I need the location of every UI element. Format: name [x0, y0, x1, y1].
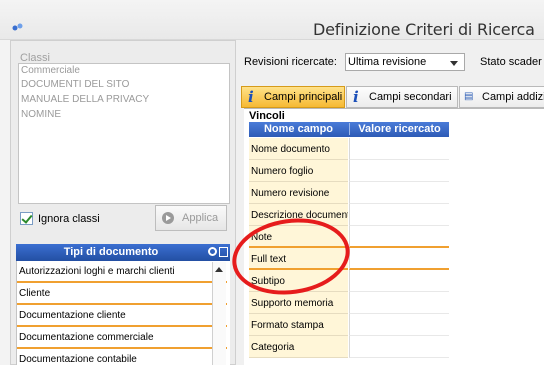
column-header-search-value[interactable]: Valore ricercato: [349, 123, 449, 135]
search-value-cell[interactable]: [349, 160, 449, 182]
document-types-title: Tipi di documento: [63, 246, 159, 258]
tab-label: Campi principali: [264, 91, 343, 103]
search-value-cell[interactable]: [349, 314, 449, 336]
apply-button[interactable]: Applica: [155, 205, 227, 231]
classi-item[interactable]: Commerciale: [21, 65, 80, 76]
filter-icon[interactable]: [219, 247, 228, 257]
field-name-text: Formato stampa: [251, 320, 324, 331]
classi-item[interactable]: DOCUMENTI DEL SITO: [21, 79, 129, 90]
table-row[interactable]: Numero foglio: [249, 160, 449, 182]
app-icon: [12, 23, 23, 31]
list-item[interactable]: Cliente: [17, 283, 227, 305]
search-value-cell[interactable]: [349, 182, 449, 204]
play-icon: [162, 212, 174, 224]
info-icon: i: [353, 88, 359, 106]
apply-button-label: Applica: [182, 212, 219, 224]
document-types-list[interactable]: Autorizzazioni loghi e marchi clienti Cl…: [16, 261, 230, 365]
column-header-field-name[interactable]: Nome campo: [249, 123, 348, 135]
title-bar: Definizione Criteri di Ricerca: [0, 0, 544, 40]
field-name-text: Supporto memoria: [251, 298, 334, 309]
field-name-cell: Numero foglio: [249, 160, 348, 182]
table-row[interactable]: Supporto memoria: [249, 292, 449, 314]
field-name-text: Categoria: [251, 342, 295, 353]
list-item-label: Autorizzazioni loghi e marchi clienti: [19, 266, 175, 277]
revisions-select[interactable]: Ultima revisione: [345, 53, 465, 71]
chevron-down-icon[interactable]: [450, 61, 458, 66]
tab-label: Campi secondari: [369, 91, 452, 103]
field-name-cell: Categoria: [249, 336, 348, 358]
list-icon: ▤: [464, 91, 474, 102]
search-value-cell[interactable]: [349, 248, 449, 270]
list-item-label: Documentazione commerciale: [19, 332, 154, 343]
search-value-cell[interactable]: [349, 292, 449, 314]
field-name-text: Numero revisione: [251, 188, 330, 199]
table-row[interactable]: Formato stampa: [249, 314, 449, 336]
classi-list[interactable]: Commerciale DOCUMENTI DEL SITO MANUALE D…: [18, 63, 230, 204]
table-row[interactable]: Categoria: [249, 336, 449, 358]
status-label: Stato scader: [480, 56, 542, 68]
ignore-classes-checkbox[interactable]: [20, 212, 33, 225]
document-types-scrollbar[interactable]: [212, 262, 226, 365]
tab-secondary-fields[interactable]: i Campi secondari: [346, 86, 458, 108]
search-value-cell[interactable]: [349, 336, 449, 358]
list-item-label: Cliente: [19, 288, 51, 299]
list-item[interactable]: Documentazione contabile: [17, 349, 227, 365]
list-item[interactable]: Documentazione commerciale: [17, 327, 227, 349]
search-icon[interactable]: [208, 247, 217, 256]
field-name-cell: Supporto memoria: [249, 292, 348, 314]
info-icon: i: [248, 88, 254, 106]
field-name-cell: Nome documento: [249, 138, 348, 160]
document-types-header: Tipi di documento: [16, 244, 230, 261]
scroll-up-icon[interactable]: [215, 267, 223, 272]
constraints-label: Vincoli: [249, 110, 285, 122]
tab-label: Campi addizio: [482, 91, 544, 103]
search-value-cell[interactable]: [349, 204, 449, 226]
search-value-cell[interactable]: [349, 138, 449, 160]
classi-item[interactable]: MANUALE DELLA PRIVACY: [21, 94, 149, 105]
list-item-label: Documentazione contabile: [19, 354, 137, 365]
search-value-cell[interactable]: [349, 226, 449, 248]
table-header: Nome campo Valore ricercato: [249, 122, 449, 137]
window-title: Definizione Criteri di Ricerca: [313, 20, 535, 39]
tab-main-fields[interactable]: i Campi principali: [241, 86, 345, 108]
field-name-text: Numero foglio: [251, 166, 314, 177]
field-name-text: Nome documento: [251, 144, 330, 155]
table-row[interactable]: Numero revisione: [249, 182, 449, 204]
ignore-classes-label: Ignora classi: [38, 213, 100, 225]
list-item-label: Documentazione cliente: [19, 310, 126, 321]
field-name-cell: Numero revisione: [249, 182, 348, 204]
search-value-cell[interactable]: [349, 270, 449, 292]
field-name-cell: Formato stampa: [249, 314, 348, 336]
revisions-label: Revisioni ricercate:: [244, 56, 337, 68]
tab-additional-fields[interactable]: ▤ Campi addizio: [459, 86, 544, 108]
table-row[interactable]: Nome documento: [249, 138, 449, 160]
classi-item[interactable]: NOMINE: [21, 109, 61, 120]
list-item[interactable]: Autorizzazioni loghi e marchi clienti: [17, 261, 227, 283]
list-item[interactable]: Documentazione cliente: [17, 305, 227, 327]
revisions-select-value: Ultima revisione: [348, 56, 427, 68]
